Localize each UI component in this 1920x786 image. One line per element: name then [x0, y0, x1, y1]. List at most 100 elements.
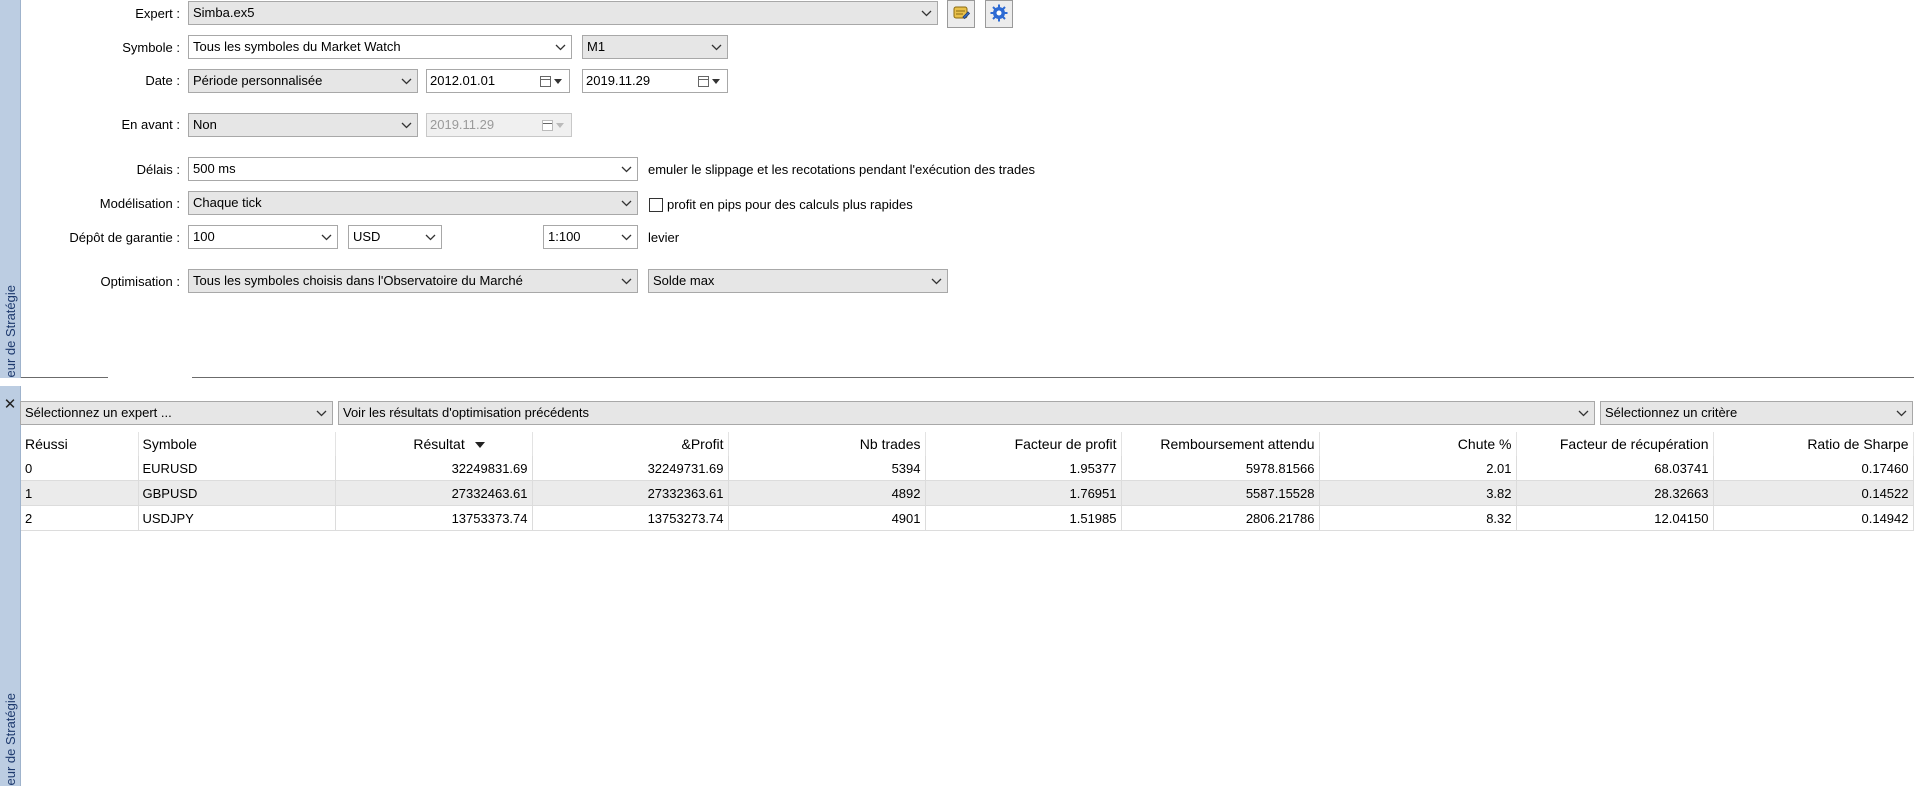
- side-tab-label-2: eur de Stratégie: [2, 693, 18, 786]
- expert-filter-value: Sélectionnez un expert ...: [25, 405, 172, 420]
- table-cell: 0.14942: [1713, 505, 1914, 531]
- table-row[interactable]: 2 USDJPY 13753373.74 13753273.74 4901 1.…: [21, 505, 1914, 531]
- chevron-down-icon: [1893, 402, 1909, 424]
- delay-note: emuler le slippage et les recotations pe…: [648, 162, 1035, 177]
- strategy-tester-side-tab-top[interactable]: eur de Stratégie: [0, 0, 21, 378]
- chevron-down-icon: [918, 2, 934, 24]
- criterion-filter-select[interactable]: Sélectionnez un critère: [1600, 401, 1913, 425]
- sort-descending-icon: [474, 442, 485, 449]
- pips-profit-label: profit en pips pour des calculs plus rap…: [667, 197, 913, 212]
- table-row[interactable]: 1 GBPUSD 27332463.61 27332363.61 4892 1.…: [21, 480, 1914, 506]
- forward-select[interactable]: Non: [188, 113, 418, 137]
- modeling-value: Chaque tick: [193, 195, 262, 210]
- table-cell: 13753273.74: [532, 505, 729, 531]
- table-cell: 28.32663: [1516, 480, 1714, 506]
- table-cell: 0.14522: [1713, 480, 1914, 506]
- table-cell: 1: [21, 480, 139, 506]
- table-cell: 4901: [728, 505, 926, 531]
- chevron-down-icon: [618, 270, 634, 292]
- column-header-label: Remboursement attendu: [1160, 436, 1315, 452]
- table-cell: 2.01: [1319, 456, 1517, 481]
- table-cell: 27332463.61: [335, 480, 533, 506]
- pips-profit-checkbox[interactable]: [649, 198, 663, 212]
- column-header-profit[interactable]: &Profit: [532, 432, 729, 456]
- chevron-down-icon: [398, 114, 414, 136]
- delay-label: Délais :: [136, 162, 180, 177]
- date-to-value: 2019.11.29: [586, 73, 651, 88]
- table-cell: 2806.21786: [1121, 505, 1320, 531]
- expert-select[interactable]: Simba.ex5: [188, 1, 938, 25]
- calendar-icon[interactable]: [540, 74, 566, 88]
- table-cell: 3.82: [1319, 480, 1517, 506]
- column-header-symbole[interactable]: Symbole: [138, 432, 336, 456]
- previous-results-value: Voir les résultats d'optimisation précéd…: [343, 405, 589, 420]
- column-header-nb-trades[interactable]: Nb trades: [728, 432, 926, 456]
- deposit-amount-value: 100: [193, 229, 215, 244]
- delay-value: 500 ms: [193, 161, 236, 176]
- table-cell: 1.95377: [925, 456, 1122, 481]
- column-header-recovery-factor[interactable]: Facteur de récupération: [1516, 432, 1714, 456]
- deposit-amount-select[interactable]: 100: [188, 225, 338, 249]
- table-cell: 12.04150: [1516, 505, 1714, 531]
- date-to-picker[interactable]: 2019.11.29: [582, 69, 728, 93]
- table-row[interactable]: 0 EURUSD 32249831.69 32249731.69 5394 1.…: [21, 456, 1914, 481]
- previous-results-select[interactable]: Voir les résultats d'optimisation précéd…: [338, 401, 1595, 425]
- optimisation-criterion-select[interactable]: Solde max: [648, 269, 948, 293]
- edit-expert-button[interactable]: [947, 0, 975, 28]
- symbol-value: Tous les symboles du Market Watch: [193, 39, 401, 54]
- delay-select[interactable]: 500 ms: [188, 157, 638, 181]
- timeframe-select[interactable]: M1: [582, 35, 728, 59]
- column-header-sharpe-ratio[interactable]: Ratio de Sharpe: [1713, 432, 1914, 456]
- table-cell: 5587.15528: [1121, 480, 1320, 506]
- table-cell: 27332363.61: [532, 480, 729, 506]
- timeframe-value: M1: [587, 39, 606, 54]
- column-header-label: Nb trades: [859, 436, 921, 452]
- chevron-down-icon: [422, 226, 438, 248]
- table-cell: 5394: [728, 456, 926, 481]
- table-cell: 0: [21, 456, 139, 481]
- table-cell: 5978.81566: [1121, 456, 1320, 481]
- column-header-label: &Profit: [681, 436, 724, 452]
- chevron-down-icon: [313, 402, 329, 424]
- date-from-picker[interactable]: 2012.01.01: [426, 69, 570, 93]
- leverage-select[interactable]: 1:100: [543, 225, 638, 249]
- symbol-label: Symbole :: [122, 40, 180, 55]
- column-header-resultat[interactable]: Résultat: [335, 432, 533, 456]
- expert-value: Simba.ex5: [193, 5, 255, 20]
- leverage-label: levier: [648, 230, 680, 245]
- modeling-select[interactable]: Chaque tick: [188, 191, 638, 215]
- close-icon[interactable]: ✕: [3, 397, 17, 412]
- column-header-label: Ratio de Sharpe: [1807, 436, 1909, 452]
- table-cell: 1.76951: [925, 480, 1122, 506]
- calendar-icon[interactable]: [698, 74, 724, 88]
- optimisation-criterion-value: Solde max: [653, 273, 715, 288]
- optimisation-label: Optimisation :: [100, 274, 180, 289]
- column-header-label: Réussi: [25, 436, 68, 452]
- leverage-value: 1:100: [548, 229, 581, 244]
- gear-icon: [989, 3, 1009, 26]
- expert-filter-select[interactable]: Sélectionnez un expert ...: [20, 401, 333, 425]
- expert-label: Expert :: [135, 6, 180, 21]
- deposit-label: Dépôt de garantie :: [69, 230, 180, 245]
- optimisation-select[interactable]: Tous les symboles choisis dans l'Observa…: [188, 269, 638, 293]
- expert-settings-button[interactable]: [985, 0, 1013, 28]
- column-header-label: Facteur de récupération: [1559, 436, 1709, 452]
- date-mode-select[interactable]: Période personnalisée: [188, 69, 418, 93]
- column-header-reussi[interactable]: Réussi: [21, 432, 139, 456]
- currency-select[interactable]: USD: [348, 225, 442, 249]
- column-header-expected-payoff[interactable]: Remboursement attendu: [1121, 432, 1320, 456]
- currency-value: USD: [353, 229, 381, 244]
- table-cell: 2: [21, 505, 139, 531]
- column-header-drawdown[interactable]: Chute %: [1319, 432, 1517, 456]
- table-cell: 68.03741: [1516, 456, 1714, 481]
- symbol-select[interactable]: Tous les symboles du Market Watch: [188, 35, 572, 59]
- forward-date-picker: 2019.11.29: [426, 113, 572, 137]
- strategy-tester-side-tab-bottom[interactable]: eur de Stratégie: [0, 386, 21, 786]
- modeling-label: Modélisation :: [99, 196, 180, 211]
- date-label: Date :: [145, 73, 180, 88]
- column-header-profit-factor[interactable]: Facteur de profit: [925, 432, 1122, 456]
- tab-strip-divider-right: [192, 377, 1914, 378]
- column-header-label: Symbole: [142, 436, 197, 452]
- chevron-down-icon: [1575, 402, 1591, 424]
- chevron-down-icon: [618, 226, 634, 248]
